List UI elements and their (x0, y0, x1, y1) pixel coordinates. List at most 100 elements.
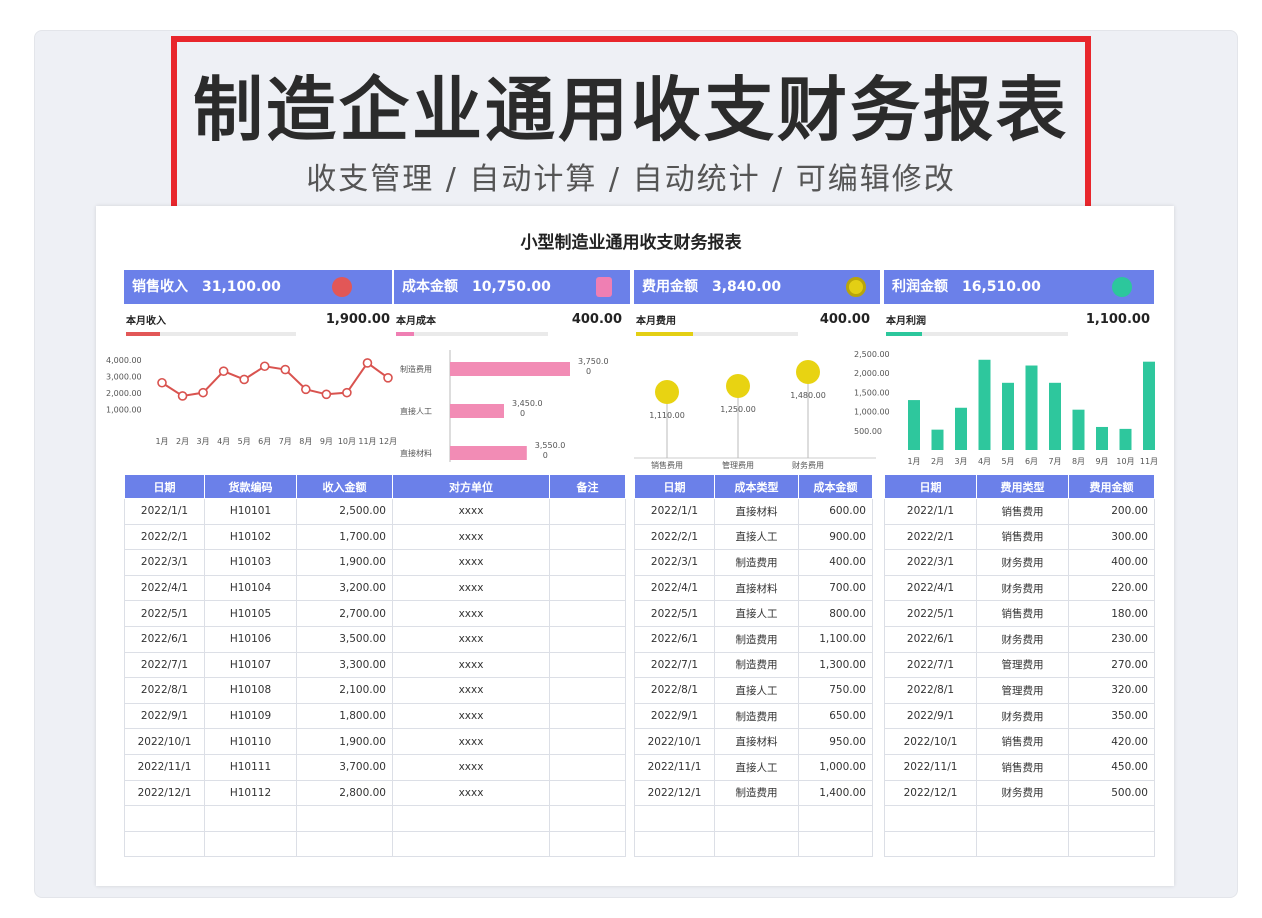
table-cell[interactable] (1068, 830, 1155, 858)
table-cell[interactable] (296, 805, 393, 832)
table-row[interactable]: 2022/9/1 H10109 1,800.00 xxxx (124, 702, 626, 730)
table-cell[interactable]: 650.00 (798, 702, 873, 730)
table-row[interactable]: 2022/1/1 H10101 2,500.00 xxxx (124, 498, 626, 525)
table-cell[interactable]: 800.00 (798, 600, 873, 627)
table-row[interactable]: 2022/6/1 财务费用 230.00 (884, 625, 1155, 653)
table-cell[interactable]: 2022/1/1 (884, 498, 977, 525)
table-cell[interactable]: xxxx (392, 549, 550, 576)
table-cell[interactable]: 2,500.00 (296, 498, 393, 525)
table-row[interactable]: 2022/5/1 H10105 2,700.00 xxxx (124, 600, 626, 627)
table-row[interactable]: 2022/3/1 财务费用 400.00 (884, 549, 1155, 576)
table-cell[interactable]: 1,400.00 (798, 779, 873, 807)
table-row[interactable]: 2022/7/1 H10107 3,300.00 xxxx (124, 651, 626, 679)
table-row[interactable] (124, 805, 626, 832)
table-cell[interactable]: 2022/5/1 (884, 600, 977, 627)
column-header[interactable]: 成本类型 (714, 474, 799, 499)
table-cell[interactable]: xxxx (392, 574, 550, 602)
table-row[interactable]: 2022/9/1 制造费用 650.00 (634, 702, 873, 730)
table-cell[interactable]: 270.00 (1068, 651, 1155, 679)
table-cell[interactable]: 2022/11/1 (884, 753, 977, 781)
table-row[interactable]: 2022/1/1 直接材料 600.00 (634, 498, 873, 525)
table-row[interactable]: 2022/4/1 直接材料 700.00 (634, 574, 873, 602)
table-cell[interactable]: 2022/12/1 (884, 779, 977, 807)
table-cell[interactable]: xxxx (392, 728, 550, 755)
table-cell[interactable]: 180.00 (1068, 600, 1155, 627)
table-cell[interactable]: 直接人工 (714, 523, 799, 551)
table-cell[interactable]: 2022/1/1 (634, 498, 715, 525)
table-row[interactable]: 2022/11/1 H10111 3,700.00 xxxx (124, 753, 626, 781)
table-cell[interactable]: 3,200.00 (296, 574, 393, 602)
table-row[interactable]: 2022/8/1 H10108 2,100.00 xxxx (124, 677, 626, 704)
table-cell[interactable]: 320.00 (1068, 677, 1155, 704)
table-cell[interactable]: 500.00 (1068, 779, 1155, 807)
table-cell[interactable]: 财务费用 (976, 574, 1069, 602)
table-cell[interactable] (549, 523, 626, 551)
table-cell[interactable]: 1,800.00 (296, 702, 393, 730)
table-cell[interactable]: xxxx (392, 677, 550, 704)
table-row[interactable]: 2022/5/1 直接人工 800.00 (634, 600, 873, 627)
table-cell[interactable]: 2022/6/1 (124, 625, 205, 653)
table-cell[interactable]: 2022/12/1 (634, 779, 715, 807)
table-cell[interactable]: H10107 (204, 651, 297, 679)
table-cell[interactable]: 财务费用 (976, 549, 1069, 576)
table-row[interactable]: 2022/4/1 财务费用 220.00 (884, 574, 1155, 602)
table-cell[interactable] (392, 805, 550, 832)
table-row[interactable] (634, 830, 873, 858)
table-row[interactable]: 2022/10/1 H10110 1,900.00 xxxx (124, 728, 626, 755)
table-cell[interactable] (549, 574, 626, 602)
column-header[interactable]: 日期 (634, 474, 715, 499)
table-cell[interactable]: 2022/6/1 (884, 625, 977, 653)
table-cell[interactable]: 2022/4/1 (124, 574, 205, 602)
table-cell[interactable] (549, 625, 626, 653)
table-cell[interactable]: 2022/9/1 (124, 702, 205, 730)
table-cell[interactable]: 350.00 (1068, 702, 1155, 730)
table-cell[interactable]: 直接材料 (714, 728, 799, 755)
table-row[interactable]: 2022/10/1 直接材料 950.00 (634, 728, 873, 755)
table-row[interactable] (124, 830, 626, 858)
table-cell[interactable]: 制造费用 (714, 651, 799, 679)
column-header[interactable]: 货款编码 (204, 474, 297, 499)
table-cell[interactable]: 2022/8/1 (124, 677, 205, 704)
table-cell[interactable]: 2,700.00 (296, 600, 393, 627)
table-cell[interactable] (549, 549, 626, 576)
table-cell[interactable]: H10103 (204, 549, 297, 576)
table-cell[interactable]: 600.00 (798, 498, 873, 525)
table-cell[interactable]: 2022/6/1 (634, 625, 715, 653)
table-cell[interactable]: 400.00 (798, 549, 873, 576)
table-cell[interactable]: 2022/10/1 (634, 728, 715, 755)
table-row[interactable]: 2022/10/1 销售费用 420.00 (884, 728, 1155, 755)
table-row[interactable]: 2022/3/1 H10103 1,900.00 xxxx (124, 549, 626, 576)
table-row[interactable]: 2022/8/1 管理费用 320.00 (884, 677, 1155, 704)
table-cell[interactable]: 750.00 (798, 677, 873, 704)
table-cell[interactable]: xxxx (392, 753, 550, 781)
table-cell[interactable]: 3,300.00 (296, 651, 393, 679)
table-row[interactable]: 2022/2/1 直接人工 900.00 (634, 523, 873, 551)
table-cell[interactable]: 2022/2/1 (124, 523, 205, 551)
table-cell[interactable] (549, 753, 626, 781)
table-cell[interactable] (549, 498, 626, 525)
table-row[interactable] (634, 805, 873, 832)
table-cell[interactable]: 2022/3/1 (884, 549, 977, 576)
table-cell[interactable] (634, 805, 715, 832)
table-cell[interactable]: 420.00 (1068, 728, 1155, 755)
table-cell[interactable]: 1,100.00 (798, 625, 873, 653)
table-cell[interactable]: 财务费用 (976, 702, 1069, 730)
table-cell[interactable]: H10101 (204, 498, 297, 525)
table-row[interactable]: 2022/7/1 制造费用 1,300.00 (634, 651, 873, 679)
table-row[interactable]: 2022/12/1 制造费用 1,400.00 (634, 779, 873, 807)
column-header[interactable]: 收入金额 (296, 474, 393, 499)
table-cell[interactable]: 1,300.00 (798, 651, 873, 679)
table-cell[interactable]: 2022/4/1 (884, 574, 977, 602)
table-cell[interactable]: 2022/5/1 (124, 600, 205, 627)
table-cell[interactable]: 直接人工 (714, 677, 799, 704)
table-cell[interactable] (549, 805, 626, 832)
table-cell[interactable]: 2022/11/1 (124, 753, 205, 781)
table-cell[interactable] (549, 702, 626, 730)
table-cell[interactable] (296, 830, 393, 858)
table-cell[interactable]: 直接材料 (714, 498, 799, 525)
table-row[interactable]: 2022/1/1 销售费用 200.00 (884, 498, 1155, 525)
table-cell[interactable]: xxxx (392, 702, 550, 730)
table-row[interactable]: 2022/3/1 制造费用 400.00 (634, 549, 873, 576)
table-cell[interactable]: 2022/7/1 (124, 651, 205, 679)
table-cell[interactable]: 2022/8/1 (634, 677, 715, 704)
